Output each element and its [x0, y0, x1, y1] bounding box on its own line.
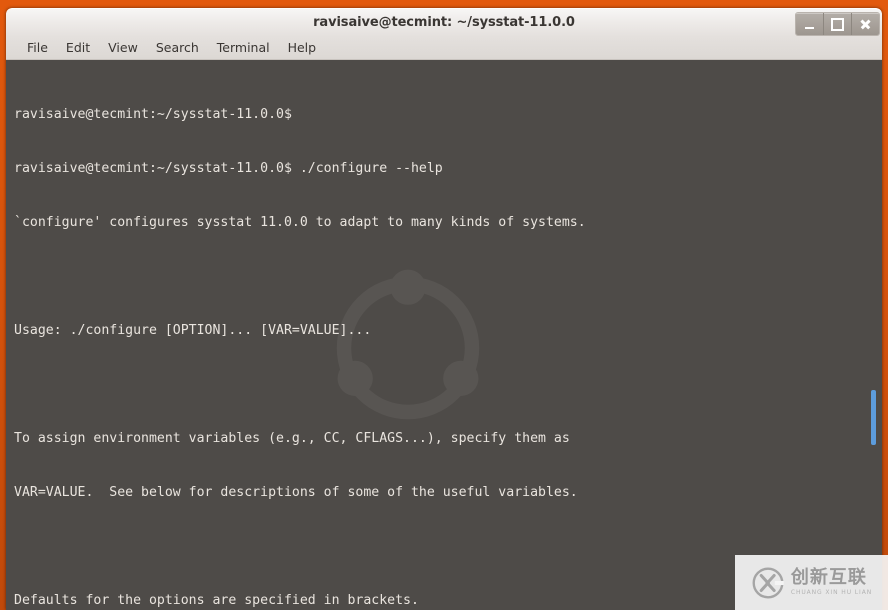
menubar: File Edit View Search Terminal Help: [6, 37, 882, 60]
menu-item-view[interactable]: View: [99, 40, 147, 57]
terminal-output-area[interactable]: ravisaive@tecmint:~/sysstat-11.0.0$ ravi…: [6, 60, 882, 610]
menu-item-edit[interactable]: Edit: [57, 40, 99, 57]
terminal-line: `configure' configures sysstat 11.0.0 to…: [14, 215, 586, 230]
minimize-button[interactable]: [796, 13, 824, 35]
terminal-window: ravisaive@tecmint: ~/sysstat-11.0.0 File…: [6, 8, 882, 610]
scrollbar-thumb[interactable]: [871, 390, 876, 445]
menu-item-file[interactable]: File: [18, 40, 57, 57]
menu-item-terminal[interactable]: Terminal: [208, 40, 279, 57]
window-titlebar[interactable]: ravisaive@tecmint: ~/sysstat-11.0.0: [6, 8, 882, 37]
terminal-line: ravisaive@tecmint:~/sysstat-11.0.0$: [14, 107, 292, 122]
maximize-button[interactable]: [824, 13, 852, 35]
terminal-line: Defaults for the options are specified i…: [14, 593, 419, 608]
close-button[interactable]: [852, 13, 879, 35]
terminal-line: ravisaive@tecmint:~/sysstat-11.0.0$ ./co…: [14, 161, 443, 176]
terminal-text: ravisaive@tecmint:~/sysstat-11.0.0$ ravi…: [14, 60, 862, 610]
maximize-icon: [831, 17, 844, 31]
menu-item-search[interactable]: Search: [147, 40, 208, 57]
menu-item-help[interactable]: Help: [279, 40, 326, 57]
terminal-line: To assign environment variables (e.g., C…: [14, 431, 570, 446]
desktop-background: ravisaive@tecmint: ~/sysstat-11.0.0 File…: [0, 0, 888, 610]
minimize-icon: [805, 26, 814, 29]
window-title: ravisaive@tecmint: ~/sysstat-11.0.0: [313, 15, 575, 30]
terminal-line: Usage: ./configure [OPTION]... [VAR=VALU…: [14, 323, 372, 338]
terminal-line: VAR=VALUE. See below for descriptions of…: [14, 485, 578, 500]
window-controls: [795, 12, 880, 36]
close-icon: [860, 19, 871, 30]
terminal-scrollbar[interactable]: [868, 60, 882, 610]
